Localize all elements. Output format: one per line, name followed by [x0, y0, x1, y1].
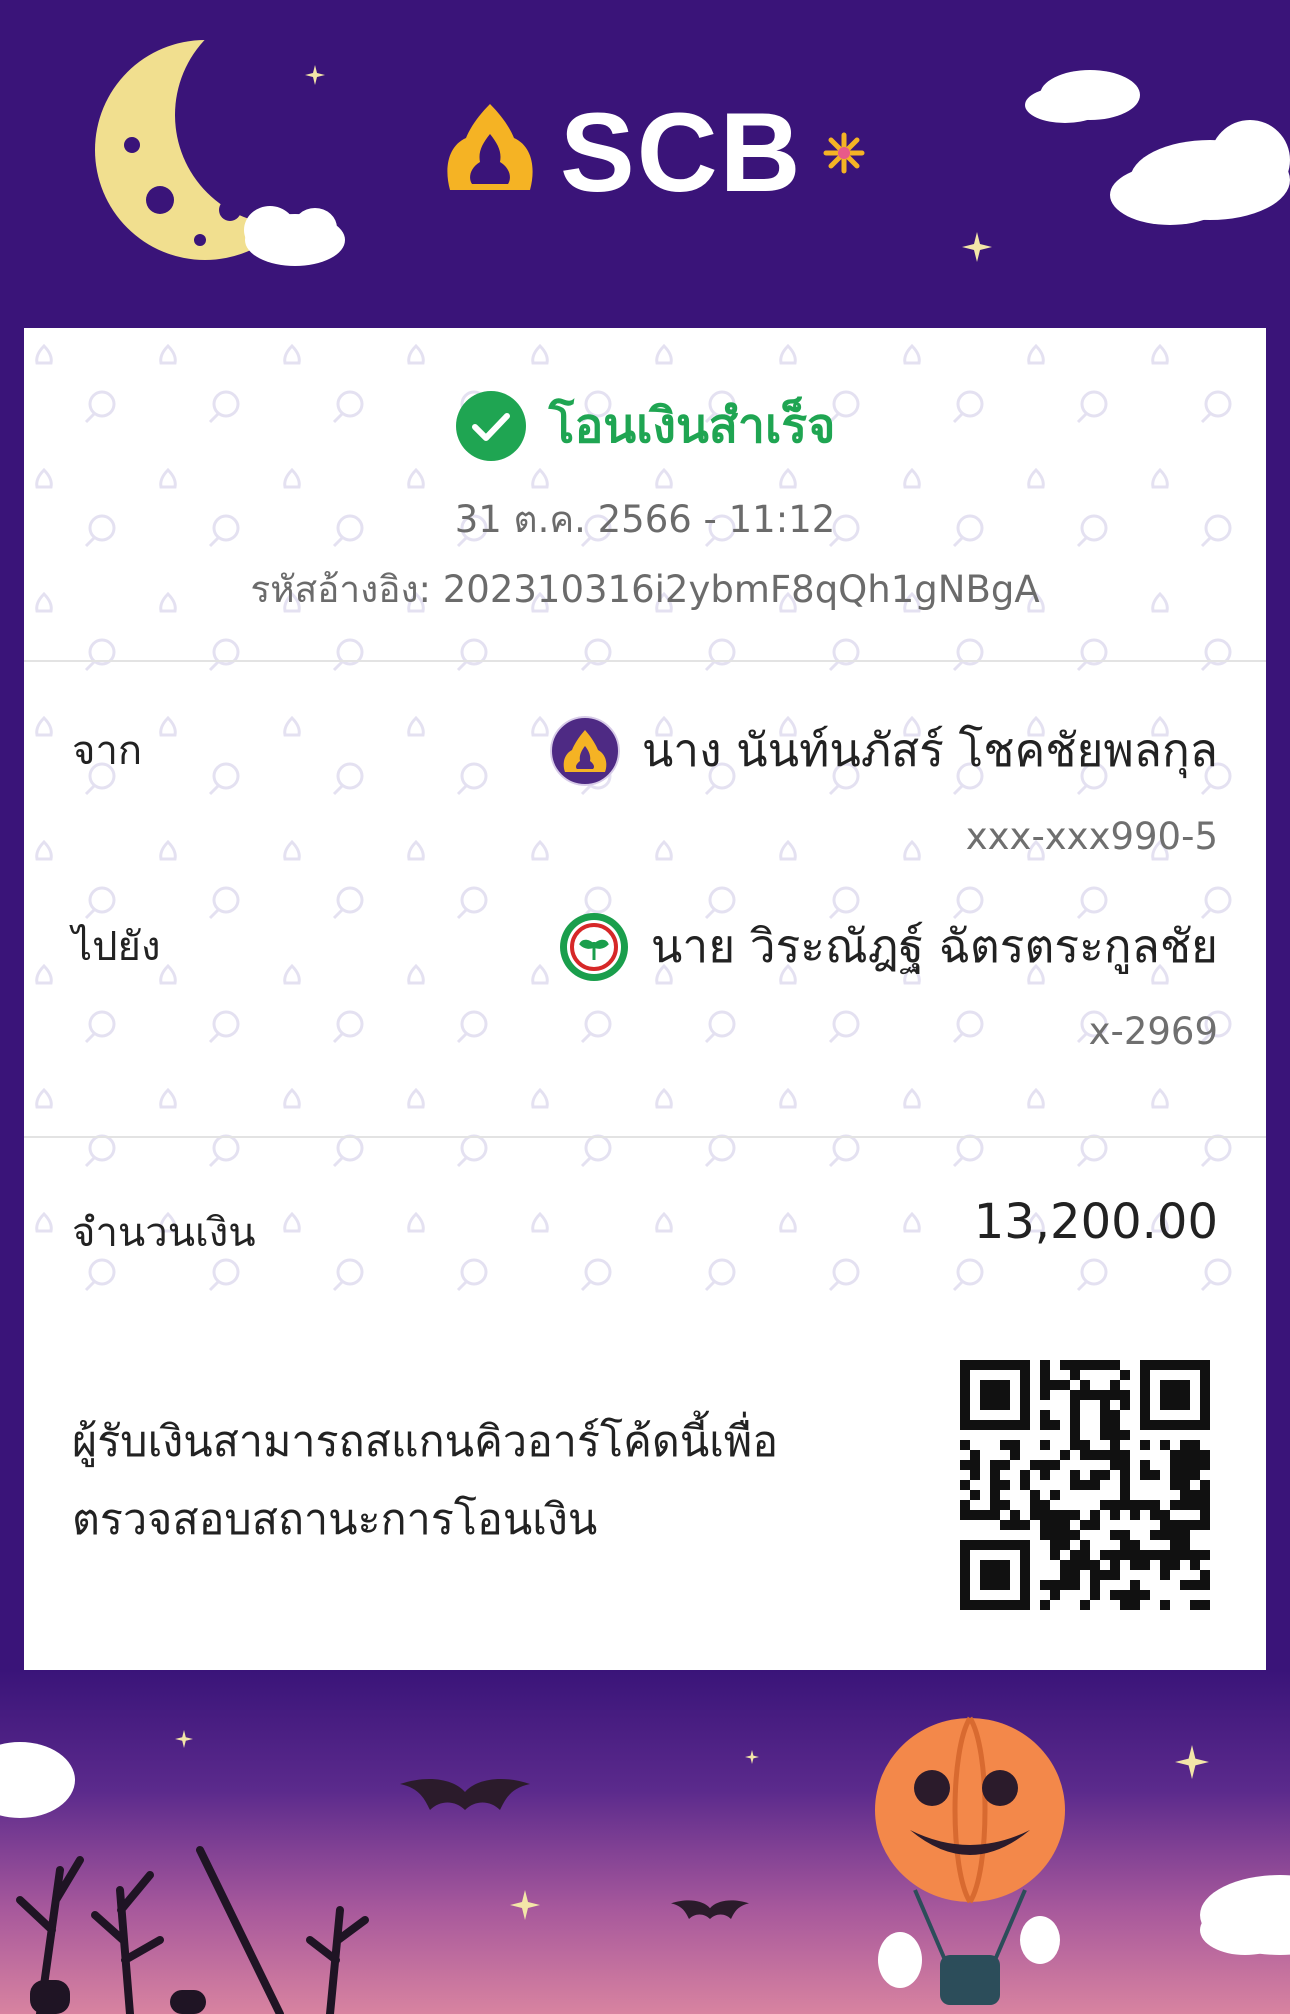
- divider: [24, 1136, 1266, 1138]
- brand-name: SCB: [560, 90, 803, 215]
- halloween-scene: [0, 1670, 1290, 2014]
- success-check-icon: [455, 391, 526, 461]
- reference-value: 202310316i2ybmF8qQh1gNBgA: [442, 568, 1040, 611]
- pumpkin-balloon-icon: [875, 1716, 1065, 2005]
- status-title-row: โอนเงินสำเร็จ: [24, 388, 1266, 464]
- bat-icon: [400, 1778, 530, 1810]
- scb-emblem-icon: [447, 103, 533, 190]
- dead-trees-icon: [16, 1846, 369, 2014]
- to-account-row: นาย วิระณัฎฐ์ ฉัตรตระกูลชัย: [559, 910, 1218, 983]
- from-label: จาก: [72, 728, 143, 774]
- to-name: นาย วิระณัฎฐ์ ฉัตรตระกูลชัย: [650, 919, 1218, 973]
- cloud-icon: [0, 1742, 75, 1818]
- cloud-icon: [1200, 1875, 1290, 1955]
- status-title: โอนเงินสำเร็จ: [548, 398, 836, 454]
- star-icon: [745, 1750, 759, 1764]
- transfer-receipt: โอนเงินสำเร็จ 31 ต.ค. 2566 - 11:12 รหัสอ…: [24, 328, 1266, 1688]
- scb-bank-icon: [549, 715, 620, 786]
- cloud-icon: [1025, 70, 1290, 225]
- star-icon: [175, 1730, 193, 1748]
- reference-label: รหัสอ้างอิง:: [250, 568, 431, 611]
- amount-label: จำนวนเงิน: [72, 1210, 256, 1256]
- bat-icon: [671, 1900, 749, 1919]
- transfer-datetime: 31 ต.ค. 2566 - 11:12: [454, 498, 836, 541]
- qr-note-line-2: ตรวจสอบสถานะการโอนเงิน: [72, 1495, 598, 1545]
- kbank-bank-icon: [559, 912, 628, 981]
- reference-row: รหัสอ้างอิง: 202310316i2ybmF8qQh1gNBgA: [24, 560, 1266, 619]
- divider: [24, 660, 1266, 662]
- qr-code-icon[interactable]: [960, 1360, 1210, 1610]
- scb-logo: SCB: [440, 88, 866, 217]
- amount-value: 13,200.00: [973, 1194, 1218, 1250]
- from-account-row: นาง นันท์นภัสร์ โชคชัยพลกุล: [549, 714, 1218, 787]
- star-icon: [305, 65, 325, 85]
- qr-note-line-1: ผู้รับเงินสามารถสแกนคิวอาร์โค้ดนี้เพื่อ: [72, 1417, 779, 1467]
- sparkle-icon: [823, 132, 865, 173]
- qr-note: ผู้รับเงินสามารถสแกนคิวอาร์โค้ดนี้เพื่อ …: [72, 1403, 832, 1559]
- header-banner: SCB: [0, 0, 1290, 328]
- star-icon: [962, 232, 992, 262]
- star-icon: [510, 1890, 540, 1920]
- star-icon: [1175, 1745, 1209, 1779]
- from-name: นาง นันท์นภัสร์ โชคชัยพลกุล: [641, 723, 1218, 777]
- to-account-number: x-2969: [1088, 1010, 1218, 1053]
- to-label: ไปยัง: [72, 924, 161, 970]
- from-account-number: xxx-xxx990-5: [965, 815, 1218, 858]
